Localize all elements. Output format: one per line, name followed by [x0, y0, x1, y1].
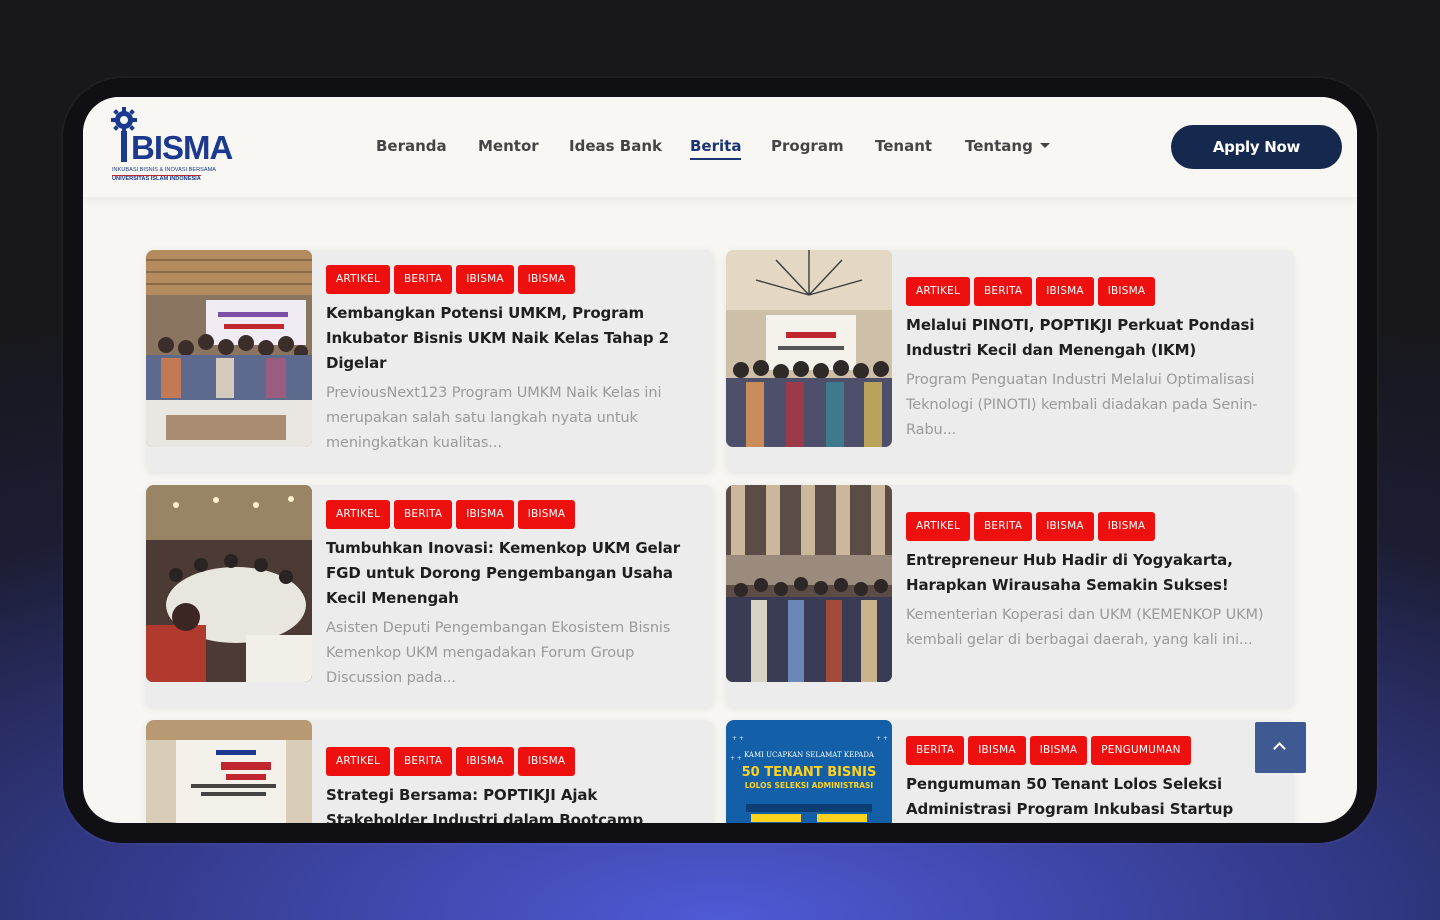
tag-artikel[interactable]: ARTIKEL — [326, 747, 390, 776]
svg-text:+ +: + + — [732, 735, 744, 742]
article-thumbnail[interactable] — [146, 485, 312, 682]
article-title[interactable]: Kembangkan Potensi UMKM, Program Inkubat… — [326, 301, 702, 376]
article-card[interactable]: ARTIKEL BERITA IBISMA IBISMA Kembangkan … — [146, 250, 714, 472]
article-card[interactable]: ARTIKEL BERITA IBISMA IBISMA Melalui PIN… — [726, 250, 1294, 472]
nav-ideas-bank[interactable]: Ideas Bank — [569, 137, 662, 155]
tag-list: BERITA IBISMA IBISMA PENGUMUMAN — [906, 736, 1282, 765]
browser-screen: BISMA INKUBASI BISNIS & INOVASI BERSAMA … — [83, 97, 1357, 823]
article-thumbnail[interactable] — [146, 250, 312, 447]
article-body: ARTIKEL BERITA IBISMA IBISMA Tumbuhkan I… — [326, 500, 702, 691]
article-thumbnail[interactable] — [726, 250, 892, 447]
site-header: BISMA INKUBASI BISNIS & INOVASI BERSAMA … — [83, 97, 1357, 197]
tag-ibisma[interactable]: IBISMA — [1097, 277, 1156, 306]
article-body: ARTIKEL BERITA IBISMA IBISMA Melalui PIN… — [906, 277, 1282, 443]
article-thumbnail[interactable] — [146, 720, 312, 823]
poster-line-3: LOLOS SELEKSI ADMINISTRASI — [745, 781, 874, 790]
nav-tenant[interactable]: Tenant — [875, 137, 932, 155]
tag-artikel[interactable]: ARTIKEL — [906, 512, 970, 541]
brand-name: BISMA — [131, 129, 233, 166]
tag-ibisma[interactable]: IBISMA — [968, 736, 1026, 765]
tag-berita[interactable]: BERITA — [906, 736, 965, 765]
article-card[interactable]: ARTIKEL BERITA IBISMA IBISMA Entrepreneu… — [726, 485, 1294, 707]
tag-ibisma[interactable]: IBISMA — [456, 747, 514, 776]
tag-ibisma[interactable]: IBISMA — [517, 500, 576, 529]
apply-now-button[interactable]: Apply Now — [1171, 125, 1342, 169]
nav-tentang-label: Tentang — [965, 137, 1033, 155]
chevron-up-icon — [1273, 742, 1286, 755]
article-excerpt: Asisten Deputi Pengembangan Ekosistem Bi… — [326, 620, 671, 686]
article-title[interactable]: Tumbuhkan Inovasi: Kemenkop UKM Gelar FG… — [326, 536, 702, 611]
poster-line-2: 50 TENANT BISNIS — [742, 765, 877, 780]
tag-ibisma[interactable]: IBISMA — [517, 265, 576, 294]
svg-text:+ +: + + — [876, 735, 888, 742]
article-excerpt: Program Penguatan Industri Melalui Optim… — [906, 372, 1258, 438]
brand-tagline: INKUBASI BISNIS & INOVASI BERSAMA — [112, 167, 217, 173]
tag-list: ARTIKEL BERITA IBISMA IBISMA — [326, 265, 702, 294]
tag-berita[interactable]: BERITA — [394, 265, 453, 294]
tag-berita[interactable]: BERITA — [394, 747, 453, 776]
article-body: ARTIKEL BERITA IBISMA IBISMA Strategi Be… — [326, 747, 702, 823]
tag-ibisma[interactable]: IBISMA — [1036, 512, 1094, 541]
article-card[interactable]: + + + + + + KAMI UCAPKAN SELAMAT KEPADA 50… — [726, 720, 1294, 823]
nav-beranda[interactable]: Beranda — [376, 137, 447, 155]
tag-ibisma[interactable]: IBISMA — [517, 747, 576, 776]
nav-berita[interactable]: Berita — [690, 137, 742, 160]
poster-line-1: KAMI UCAPKAN SELAMAT KEPADA — [744, 751, 875, 759]
tag-berita[interactable]: BERITA — [394, 500, 453, 529]
nav-tentang[interactable]: Tentang — [965, 137, 1050, 155]
tag-list: ARTIKEL BERITA IBISMA IBISMA — [326, 500, 702, 529]
tag-list: ARTIKEL BERITA IBISMA IBISMA — [906, 512, 1282, 541]
article-title[interactable]: Strategi Bersama: POPTIKJI Ajak Stakehol… — [326, 783, 702, 823]
article-excerpt: Kementerian Koperasi dan UKM (KEMENKOP U… — [906, 607, 1264, 648]
tag-artikel[interactable]: ARTIKEL — [326, 265, 390, 294]
article-thumbnail[interactable] — [726, 485, 892, 682]
tag-ibisma[interactable]: IBISMA — [1029, 736, 1088, 765]
article-card[interactable]: ARTIKEL BERITA IBISMA IBISMA Strategi Be… — [146, 720, 714, 823]
bisma-logo[interactable]: BISMA INKUBASI BISNIS & INOVASI BERSAMA … — [111, 107, 233, 183]
caret-down-icon — [1039, 143, 1050, 148]
article-title[interactable]: Melalui PINOTI, POPTIKJI Perkuat Pondasi… — [906, 313, 1282, 363]
article-body: ARTIKEL BERITA IBISMA IBISMA Entrepreneu… — [906, 512, 1282, 653]
article-body: BERITA IBISMA IBISMA PENGUMUMAN Pengumum… — [906, 736, 1282, 823]
article-excerpt: PreviousNext123 Program UMKM Naik Kelas … — [326, 385, 662, 451]
scroll-to-top-button[interactable] — [1255, 722, 1306, 773]
tag-list: ARTIKEL BERITA IBISMA IBISMA — [326, 747, 702, 776]
tag-berita[interactable]: BERITA — [974, 512, 1033, 541]
tag-ibisma[interactable]: IBISMA — [1097, 512, 1156, 541]
tag-artikel[interactable]: ARTIKEL — [326, 500, 390, 529]
tag-list: ARTIKEL BERITA IBISMA IBISMA — [906, 277, 1282, 306]
svg-text:+ +: + + — [730, 755, 742, 762]
brand-university: UNIVERSITAS ISLAM INDONESIA — [112, 175, 201, 182]
tag-pengumuman[interactable]: PENGUMUMAN — [1091, 736, 1191, 765]
tag-berita[interactable]: BERITA — [974, 277, 1033, 306]
article-card[interactable]: ARTIKEL BERITA IBISMA IBISMA Tumbuhkan I… — [146, 485, 714, 707]
article-body: ARTIKEL BERITA IBISMA IBISMA Kembangkan … — [326, 265, 702, 456]
nav-mentor[interactable]: Mentor — [478, 137, 539, 155]
tag-artikel[interactable]: ARTIKEL — [906, 277, 970, 306]
article-thumbnail[interactable]: + + + + + + KAMI UCAPKAN SELAMAT KEPADA 50… — [726, 720, 892, 823]
tag-ibisma[interactable]: IBISMA — [1036, 277, 1094, 306]
tag-ibisma[interactable]: IBISMA — [456, 500, 514, 529]
article-title[interactable]: Pengumuman 50 Tenant Lolos Seleksi Admin… — [906, 772, 1282, 822]
nav-program[interactable]: Program — [771, 137, 844, 155]
article-title[interactable]: Entrepreneur Hub Hadir di Yogyakarta, Ha… — [906, 548, 1282, 598]
tag-ibisma[interactable]: IBISMA — [456, 265, 514, 294]
